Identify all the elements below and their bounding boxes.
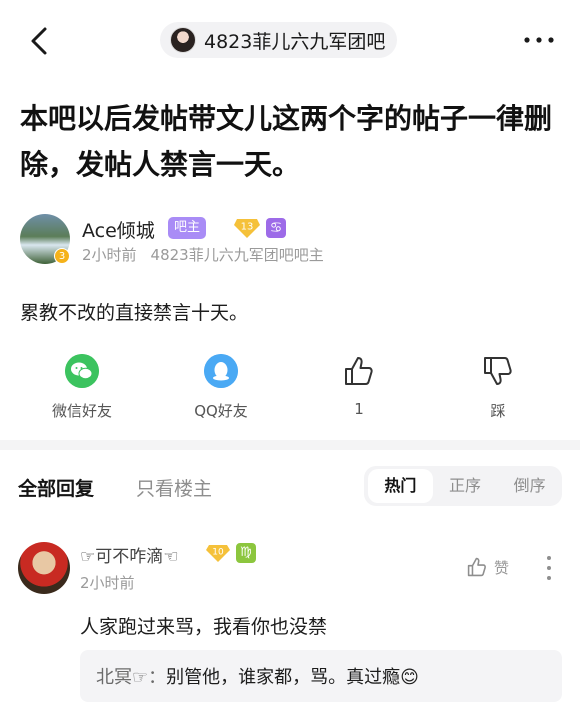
share-actions: 微信好友 QQ好友 1 踩 xyxy=(0,354,580,434)
level-badge-icon: 13 xyxy=(234,219,260,238)
tab-all-replies[interactable]: 全部回复 xyxy=(18,474,94,501)
dislike-button[interactable]: 踩 xyxy=(443,354,553,421)
thumbs-down-icon xyxy=(484,357,512,385)
reply-tabs: 全部回复 只看楼主 热门 正序 倒序 xyxy=(0,462,580,508)
post-time: 2小时前 xyxy=(82,246,137,264)
reply-avatar[interactable] xyxy=(18,542,70,594)
sub-reply-author[interactable]: 北冥☞ xyxy=(96,663,148,689)
ellipsis-icon[interactable] xyxy=(522,28,556,52)
qq-icon xyxy=(204,354,238,388)
author-name[interactable]: Ace倾城 xyxy=(82,216,155,243)
sort-hot[interactable]: 热门 xyxy=(368,469,433,503)
reply-like-button[interactable]: 赞 xyxy=(466,556,509,578)
tab-owner-only[interactable]: 只看楼主 xyxy=(136,474,212,501)
post-title: 本吧以后发帖带文儿这两个字的帖子一律删除，发帖人禁言一天。 xyxy=(20,102,553,181)
chevron-left-icon[interactable] xyxy=(26,24,54,58)
forum-avatar xyxy=(170,27,196,53)
sub-reply-text: 别管他，谁家都，骂。真过瘾😊 xyxy=(166,667,419,688)
author-meta: 2小时前 4823菲儿六九军团吧吧主 xyxy=(82,244,324,265)
sub-reply[interactable]: 北冥☞：别管他，谁家都，骂。真过瘾😊 xyxy=(80,650,562,702)
wechat-icon xyxy=(65,354,99,388)
share-wechat-label: 微信好友 xyxy=(51,402,112,420)
thumbs-up-icon xyxy=(345,357,373,385)
reply-level-text: 10 xyxy=(212,548,224,558)
sort-switch: 热门 正序 倒序 xyxy=(364,466,562,506)
top-bar: 4823菲儿六九军团吧 xyxy=(0,0,580,80)
post-body: 累教不改的直接禁言十天。 xyxy=(20,302,249,324)
sort-desc[interactable]: 倒序 xyxy=(497,469,562,503)
author-role: 4823菲儿六九军团吧吧主 xyxy=(150,246,324,264)
sort-asc[interactable]: 正序 xyxy=(433,469,498,503)
reply-time: 2小时前 xyxy=(80,574,135,592)
like-count: 1 xyxy=(354,400,364,418)
avatar-level-badge: 3 xyxy=(54,248,70,264)
like-button[interactable]: 1 xyxy=(304,354,414,418)
admin-badge: 吧主 xyxy=(168,217,207,239)
level-badge-text: 13 xyxy=(241,222,254,233)
forum-link[interactable]: 4823菲儿六九军团吧 xyxy=(160,22,398,58)
reply-like-label: 赞 xyxy=(494,558,510,577)
reply-author-name[interactable]: ☞可不咋滴☜ xyxy=(80,542,178,567)
reply-content: 人家跑过来骂，我看你也没禁 xyxy=(80,616,328,638)
zodiac-badge-icon: ♋ xyxy=(266,218,286,238)
zodiac-badge-icon: ♍ xyxy=(236,543,256,563)
share-qq-label: QQ好友 xyxy=(194,402,248,420)
dislike-label: 踩 xyxy=(490,402,506,420)
section-divider xyxy=(0,440,580,450)
share-wechat-button[interactable]: 微信好友 xyxy=(27,354,137,421)
share-qq-button[interactable]: QQ好友 xyxy=(166,354,276,421)
reply-item: ☞可不咋滴☜ 10 ♍ 2小时前 赞 人家跑过来骂，我看你也没禁 北冥☞：别管他… xyxy=(0,536,580,712)
vertical-ellipsis-icon[interactable] xyxy=(544,554,554,582)
thumbs-up-icon xyxy=(467,557,486,577)
sub-reply-separator: ： xyxy=(148,667,167,688)
post-author: 3 Ace倾城 吧主 13 ♋ 2小时前 4823菲儿六九军团吧吧主 xyxy=(20,212,560,268)
forum-name: 4823菲儿六九军团吧 xyxy=(204,30,386,53)
level-badge-icon: 10 xyxy=(206,545,230,562)
